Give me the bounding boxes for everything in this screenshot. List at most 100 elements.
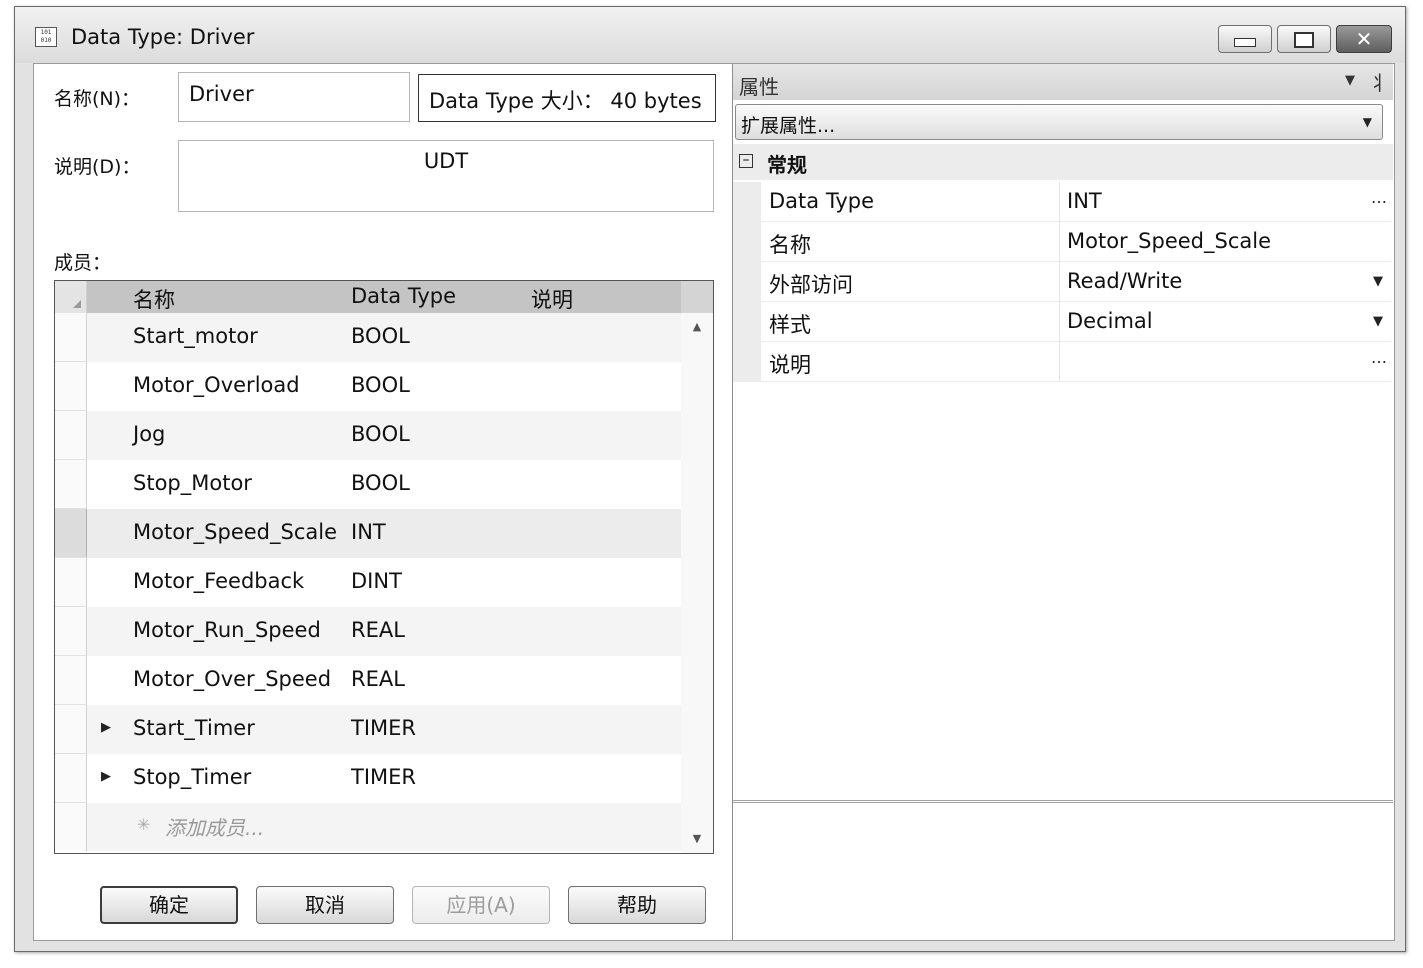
property-rows: Data Type INT … 名称 Motor_Speed_Scale 外部访… [733, 182, 1391, 382]
row-header[interactable] [55, 607, 87, 656]
select-all-cell[interactable] [55, 281, 87, 313]
row-header[interactable] [55, 754, 87, 803]
pin-icon[interactable]: 丬 [1369, 67, 1389, 96]
collapse-icon[interactable]: – [739, 153, 753, 168]
panel-menu-dropdown-icon[interactable]: ▼ [1345, 73, 1355, 88]
column-header-name[interactable]: 名称 [133, 284, 175, 314]
property-row-style[interactable]: 样式 Decimal ▼ [733, 302, 1391, 342]
member-row[interactable]: Stop_Motor BOOL [55, 460, 681, 509]
add-member-label: 添加成员... [165, 816, 265, 840]
members-grid-header: 名称 Data Type 说明 [55, 281, 713, 313]
row-header[interactable] [55, 656, 87, 705]
scroll-up-icon[interactable]: ▲ [681, 313, 713, 341]
column-header-description[interactable]: 说明 [531, 284, 573, 314]
ellipsis-button-icon[interactable]: … [1371, 348, 1387, 367]
category-name: 常规 [767, 153, 807, 177]
property-value[interactable]: Decimal [1067, 309, 1153, 333]
ok-button[interactable]: 确定 [100, 886, 238, 924]
member-row[interactable]: ▶ Start_Timer TIMER [55, 705, 681, 754]
property-name: Data Type [769, 189, 875, 213]
member-data-type: BOOL [351, 422, 410, 446]
property-value[interactable]: Motor_Speed_Scale [1067, 229, 1271, 253]
maximize-button[interactable] [1277, 25, 1331, 53]
dialog-client-area: 名称(N)： Driver Data Type 大小： 40 bytes 说明(… [33, 63, 1395, 941]
data-type-app-icon: 101 010 [35, 27, 57, 47]
properties-title: 属性 [739, 75, 779, 99]
new-row-star-icon: ✳ [137, 815, 151, 834]
member-name: Motor_Speed_Scale [133, 520, 338, 544]
minimize-button[interactable] [1218, 25, 1272, 53]
member-name: Start_motor [133, 324, 258, 348]
member-data-type: REAL [351, 667, 405, 691]
member-name: Stop_Timer [133, 765, 252, 789]
member-name: Motor_Over_Speed [133, 667, 332, 691]
property-row-external-access[interactable]: 外部访问 Read/Write ▼ [733, 262, 1391, 302]
ellipsis-button-icon[interactable]: … [1371, 188, 1387, 207]
member-row[interactable]: ▶ Stop_Timer TIMER [55, 754, 681, 803]
row-header[interactable] [55, 411, 87, 460]
member-row[interactable]: Motor_Feedback DINT [55, 558, 681, 607]
property-row-data-type[interactable]: Data Type INT … [733, 182, 1391, 222]
add-member-row[interactable]: ✳ 添加成员... [55, 803, 681, 851]
member-row-selected[interactable]: Motor_Speed_Scale INT [55, 509, 681, 558]
property-separator [1059, 262, 1060, 302]
property-separator [1059, 342, 1060, 382]
member-row[interactable]: Start_motor BOOL [55, 313, 681, 362]
data-type-dialog: 101 010 Data Type: Driver ✕ 名称(N)： Driver… [14, 6, 1406, 952]
member-data-type: TIMER [351, 765, 416, 789]
column-header-data-type[interactable]: Data Type [351, 284, 456, 308]
property-gutter [733, 182, 761, 222]
property-filter-combobox[interactable]: 扩展属性... ▼ [735, 104, 1383, 140]
expand-arrow-icon[interactable]: ▶ [101, 769, 111, 784]
apply-button[interactable]: 应用(A) [412, 886, 550, 924]
row-header[interactable] [55, 509, 87, 558]
name-input[interactable]: Driver [178, 72, 410, 122]
property-name: 说明 [769, 353, 811, 377]
help-button[interactable]: 帮助 [568, 886, 706, 924]
member-row[interactable]: Motor_Run_Speed REAL [55, 607, 681, 656]
row-header[interactable] [55, 558, 87, 607]
property-value[interactable]: INT [1067, 189, 1102, 213]
cancel-button[interactable]: 取消 [256, 886, 394, 924]
dropdown-arrow-icon[interactable]: ▼ [1373, 274, 1383, 289]
property-name: 名称 [769, 233, 811, 257]
member-name: Stop_Motor [133, 471, 252, 495]
property-name: 样式 [769, 313, 811, 337]
close-icon: ✕ [1355, 27, 1373, 51]
description-input[interactable]: UDT [178, 140, 714, 212]
row-header[interactable] [55, 803, 87, 851]
name-label: 名称(N)： [54, 88, 141, 110]
row-header[interactable] [55, 313, 87, 362]
property-gutter [733, 302, 761, 342]
member-data-type: REAL [351, 618, 405, 642]
dropdown-arrow-icon[interactable]: ▼ [1373, 314, 1383, 329]
chevron-down-icon[interactable]: ▼ [1363, 115, 1372, 129]
member-row[interactable]: Jog BOOL [55, 411, 681, 460]
row-header[interactable] [55, 460, 87, 509]
close-button[interactable]: ✕ [1336, 25, 1392, 53]
title-bar[interactable]: 101 010 Data Type: Driver ✕ [15, 7, 1405, 63]
members-grid: 名称 Data Type 说明 Start_motor BOOL Motor_O… [54, 280, 714, 854]
property-gutter [733, 342, 761, 382]
property-row-name[interactable]: 名称 Motor_Speed_Scale [733, 222, 1391, 262]
properties-panel: 属性 ▼ 丬 扩展属性... ▼ – 常规 Data Type INT … 名称… [732, 64, 1394, 940]
property-name: 外部访问 [769, 273, 853, 297]
expand-arrow-icon[interactable]: ▶ [101, 720, 111, 735]
member-data-type: INT [351, 520, 386, 544]
member-row[interactable]: Motor_Over_Speed REAL [55, 656, 681, 705]
row-header[interactable] [55, 705, 87, 754]
property-value[interactable]: Read/Write [1067, 269, 1182, 293]
member-name: Motor_Run_Speed [133, 618, 321, 642]
property-category-general[interactable]: – 常规 [733, 144, 1393, 180]
property-separator [1059, 222, 1060, 262]
member-row[interactable]: Motor_Overload BOOL [55, 362, 681, 411]
members-vertical-scrollbar[interactable]: ▲ ▼ [681, 313, 713, 853]
members-label: 成员： [54, 252, 112, 274]
row-header[interactable] [55, 362, 87, 411]
member-data-type: BOOL [351, 373, 410, 397]
property-gutter [733, 262, 761, 302]
property-gutter [733, 222, 761, 262]
property-row-description[interactable]: 说明 … [733, 342, 1391, 382]
scroll-down-icon[interactable]: ▼ [681, 825, 713, 853]
member-rows: Start_motor BOOL Motor_Overload BOOL Jog… [55, 313, 681, 851]
